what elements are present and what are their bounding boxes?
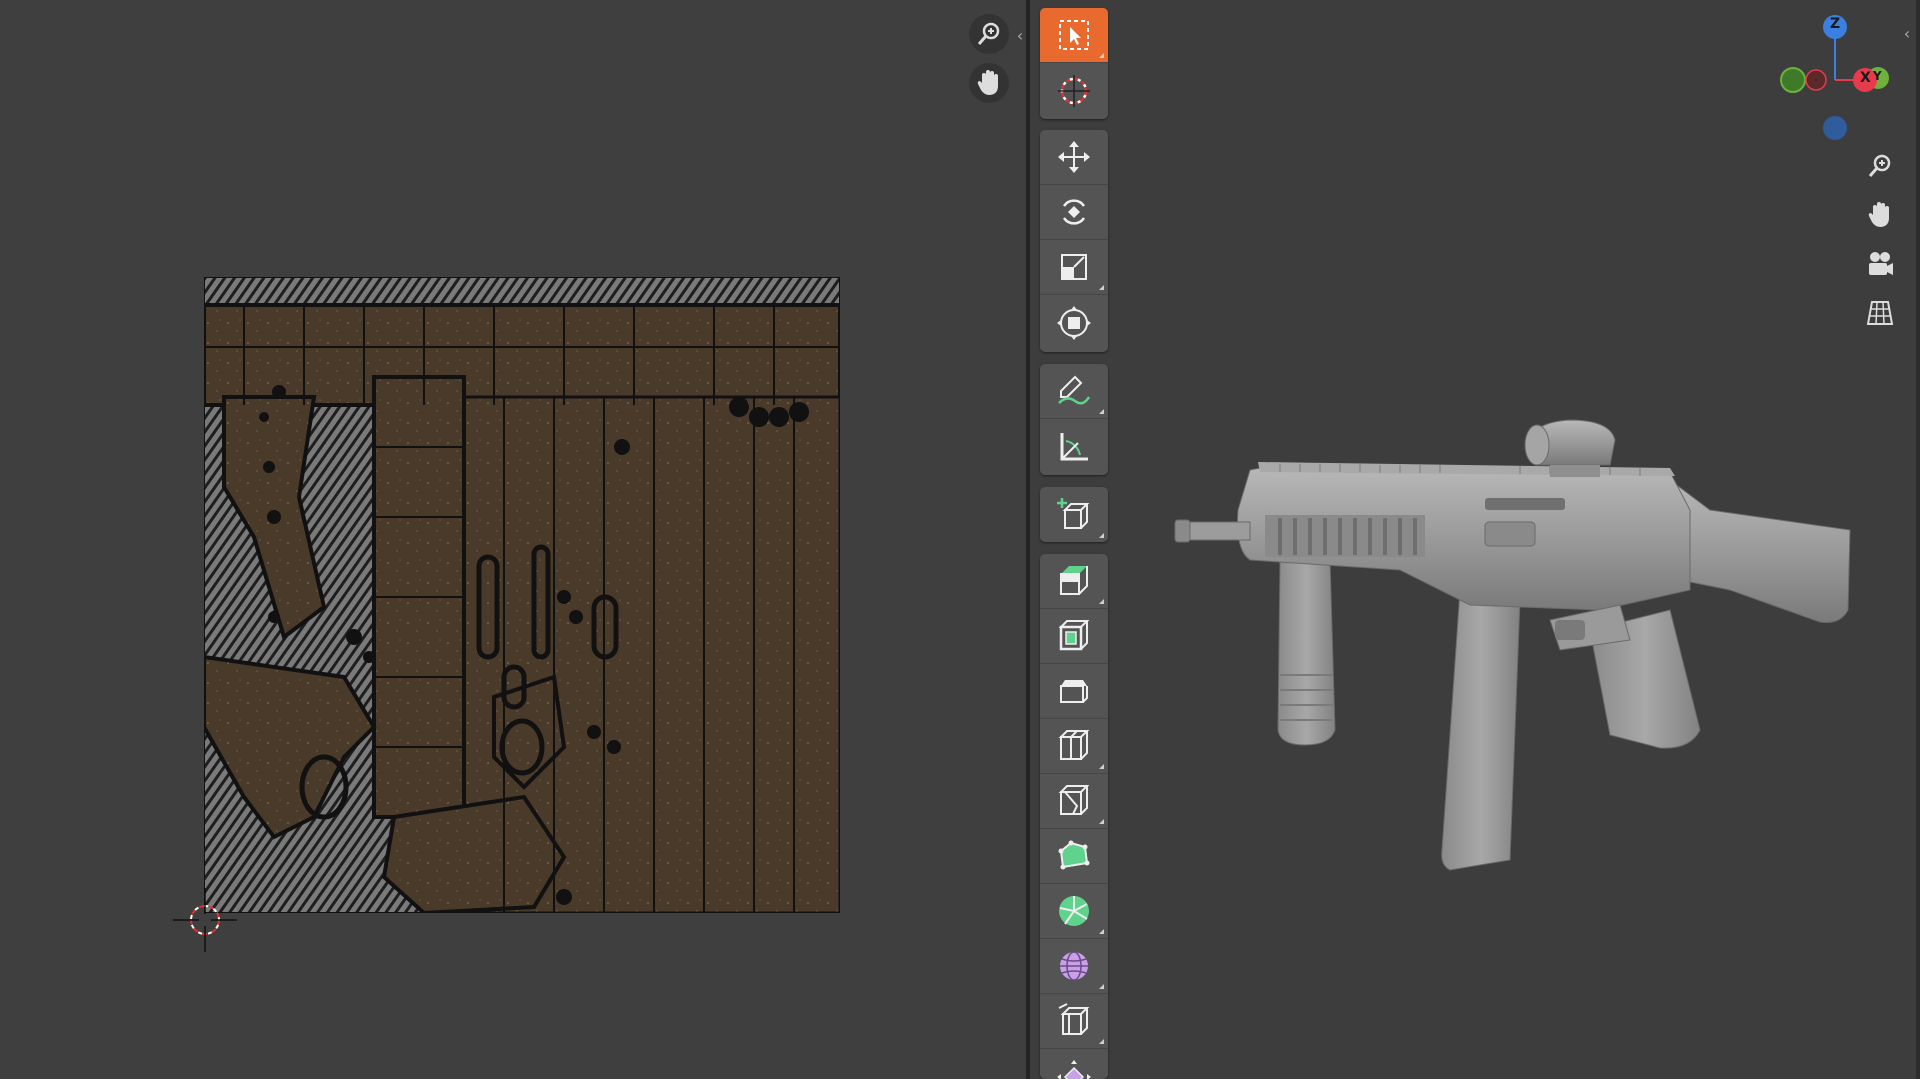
tool-move[interactable] [1040,130,1108,185]
tool-bevel[interactable] [1040,664,1108,719]
tool-rotate[interactable] [1040,185,1108,240]
select-box-icon [1059,20,1089,50]
tool-scale[interactable] [1040,240,1108,295]
transform-icon [1057,305,1091,340]
tool-spin[interactable] [1040,884,1108,939]
weapon-model[interactable] [1170,410,1860,880]
2d-cursor-icon[interactable] [173,888,237,952]
shrink-fatten-icon [1057,1059,1091,1079]
tool-annotate[interactable] [1040,364,1108,419]
gizmo-z-label: Z [1830,16,1841,32]
hand-pan-icon[interactable] [969,63,1009,103]
extrude-region-icon [1060,566,1088,595]
scale-icon [1061,254,1087,280]
cursor-icon [1058,74,1090,107]
zoom-icon[interactable] [969,14,1009,54]
smooth-icon [1060,951,1088,981]
measure-icon [1060,432,1088,460]
tool-edge-slide[interactable] [1040,994,1108,1049]
navigation-gizmo[interactable]: Z X Y [1770,10,1890,150]
loop-cut-icon [1058,730,1090,760]
tool-shrink-fatten[interactable] [1040,1049,1108,1079]
camera-icon[interactable] [1860,244,1900,284]
gizmo-x-label: X [1860,70,1871,86]
gizmo-y-label: Y [1873,69,1882,83]
uv-editor-area[interactable]: ‹ [0,0,1026,1079]
tool-inset-faces[interactable] [1040,609,1108,664]
rotate-icon [1062,199,1086,225]
poly-build-icon [1058,840,1090,870]
tool-poly-build[interactable] [1040,829,1108,884]
zoom-icon[interactable] [1860,146,1900,186]
collapse-sidebar-button[interactable]: ‹ [1013,24,1027,48]
tool-shelf [1040,8,1110,1079]
tool-knife[interactable] [1040,774,1108,829]
edge-slide-icon [1058,1003,1090,1035]
tool-loop-cut[interactable] [1040,719,1108,774]
tool-smooth[interactable] [1040,939,1108,994]
tool-measure[interactable] [1040,419,1108,474]
move-icon [1058,141,1090,173]
tool-add-cube[interactable] [1040,487,1108,542]
tool-extrude-region[interactable] [1040,554,1108,609]
knife-icon [1058,785,1090,815]
bevel-icon [1060,680,1088,703]
uv-texture-canvas[interactable] [204,277,840,913]
grid-ortho-icon[interactable] [1860,293,1900,333]
tool-cursor[interactable] [1040,63,1108,118]
annotate-icon [1058,375,1091,405]
collapse-sidebar-button[interactable]: ‹ [1900,22,1914,46]
spin-icon [1059,896,1089,926]
hand-pan-icon[interactable] [1860,195,1900,235]
tool-select-box[interactable] [1040,8,1108,63]
tool-transform[interactable] [1040,295,1108,350]
inset-faces-icon [1058,620,1090,651]
add-cube-icon [1057,497,1090,529]
area-edge [1916,0,1920,1079]
